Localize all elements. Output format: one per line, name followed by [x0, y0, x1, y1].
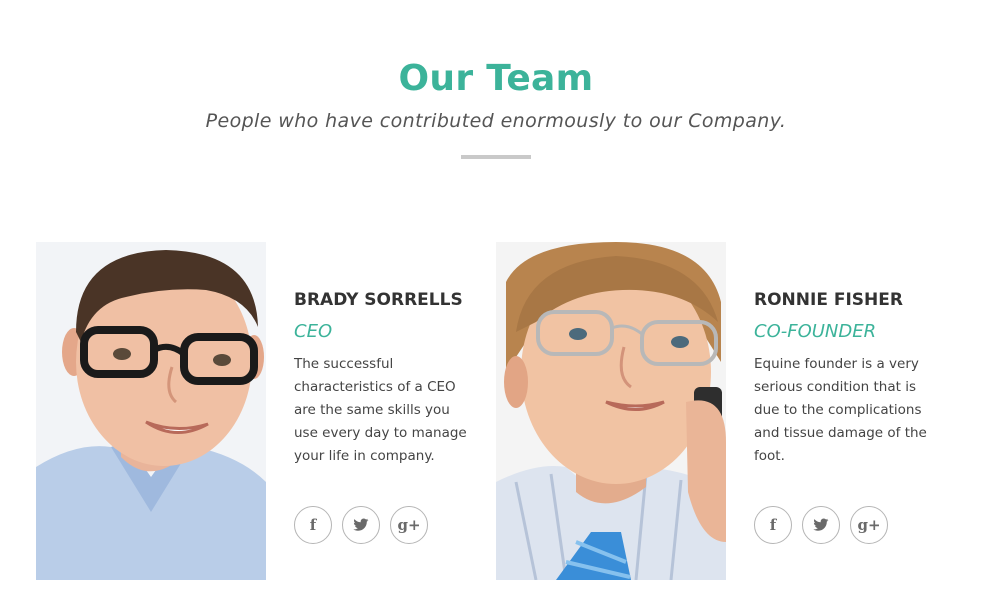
google-plus-button[interactable]: g+ — [850, 506, 888, 544]
google-plus-icon: g+ — [397, 515, 421, 534]
google-plus-button[interactable]: g+ — [390, 506, 428, 544]
facebook-button[interactable]: f — [754, 506, 792, 544]
member-bio: Equine founder is a very serious conditi… — [754, 356, 927, 464]
twitter-icon — [353, 518, 369, 531]
twitter-button[interactable] — [342, 506, 380, 544]
member-name: BRADY SORRELLS — [294, 290, 463, 310]
member-name: RONNIE FISHER — [754, 290, 903, 310]
member-photo-ronnie — [496, 242, 726, 580]
team-section: Our Team People who have contributed eno… — [0, 0, 992, 608]
section-title: Our Team — [398, 58, 594, 99]
facebook-button[interactable]: f — [294, 506, 332, 544]
member-bio: The successful characteristics of a CEO … — [294, 356, 467, 464]
twitter-button[interactable] — [802, 506, 840, 544]
social-links: f g+ — [294, 506, 428, 544]
google-plus-icon: g+ — [857, 515, 881, 534]
twitter-icon — [813, 518, 829, 531]
facebook-icon: f — [769, 515, 777, 534]
member-photo-brady — [36, 242, 266, 580]
member-role: CO-FOUNDER — [754, 321, 877, 342]
section-subtitle: People who have contributed enormously t… — [205, 110, 787, 132]
facebook-icon: f — [309, 515, 317, 534]
title-divider — [461, 155, 531, 159]
member-role: CEO — [294, 321, 333, 342]
social-links: f g+ — [754, 506, 888, 544]
